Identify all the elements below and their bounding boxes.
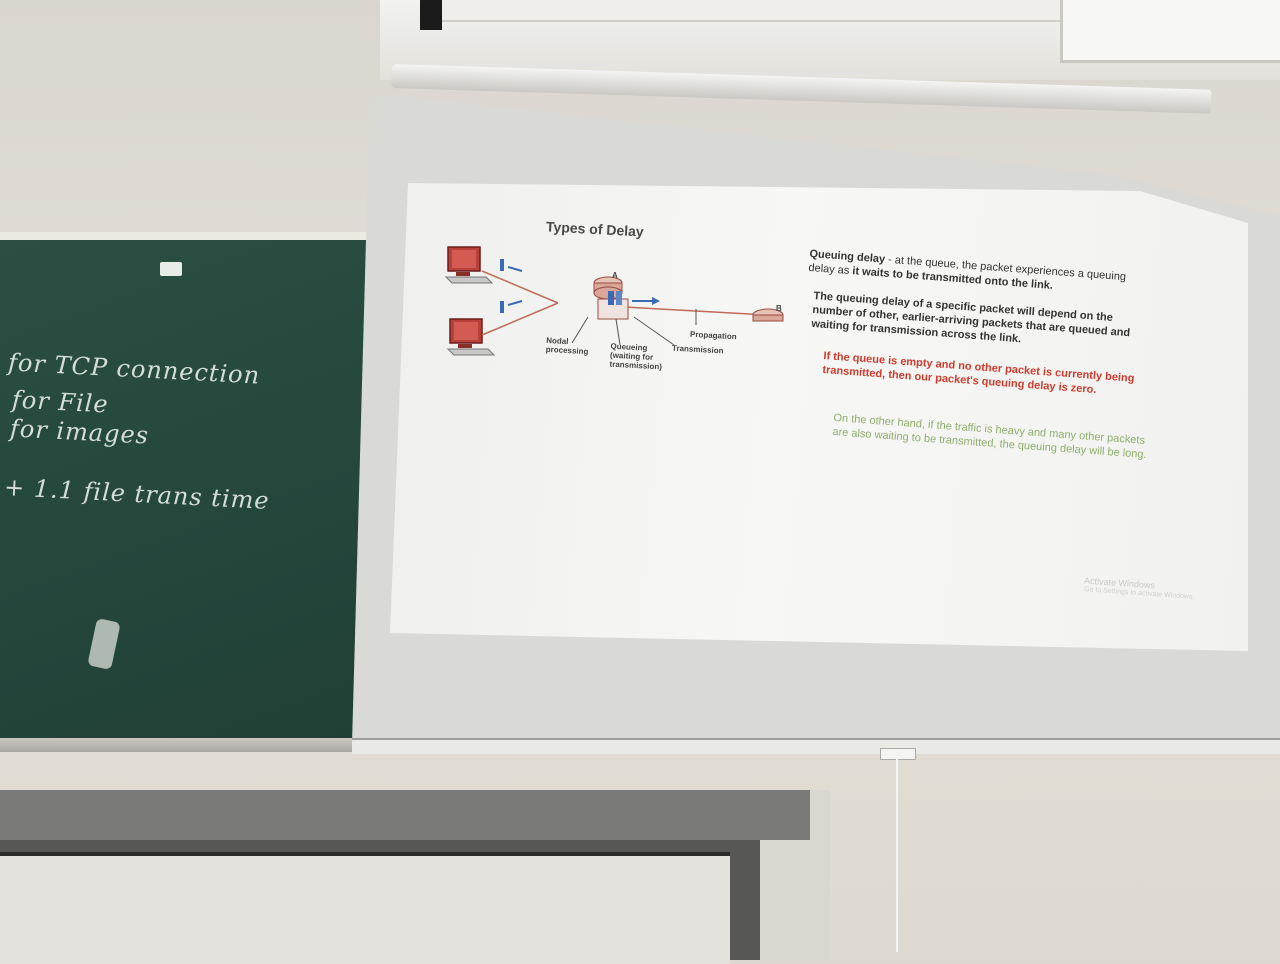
link-line xyxy=(481,270,559,304)
slide-title: Types of Delay xyxy=(545,218,645,240)
ceiling-tile xyxy=(1060,0,1280,63)
computer-icon-bottom xyxy=(446,318,496,356)
computer-icon-top xyxy=(444,246,494,284)
packet-icon xyxy=(500,259,504,271)
paragraph-queuing-depends: The queuing delay of a specific packet w… xyxy=(810,289,1131,346)
paragraph-empty-queue: If the queue is empty and no other packe… xyxy=(822,349,1135,397)
label-b: B xyxy=(776,304,782,313)
chalk-box xyxy=(160,262,182,276)
label-queueing: Queueing (waiting for transmission) xyxy=(609,341,663,372)
link-line xyxy=(481,302,559,336)
doorway xyxy=(0,852,730,964)
door-frame-top xyxy=(0,790,810,840)
ceiling-fixture xyxy=(420,0,442,30)
ceiling-beam xyxy=(440,0,1100,22)
slide-content: Types of Delay A B Propagation Nodal pro… xyxy=(390,183,1248,651)
pull-cord[interactable] xyxy=(896,752,908,952)
label-a: A xyxy=(612,271,618,280)
chalk-line-2: for File xyxy=(11,385,110,419)
label-nodal-processing: Nodal processing xyxy=(545,335,589,357)
packet-icon xyxy=(500,301,504,313)
screen-bottom-bar xyxy=(352,738,1280,754)
paragraph-heavy-traffic: On the other hand, if the traffic is hea… xyxy=(832,411,1147,461)
